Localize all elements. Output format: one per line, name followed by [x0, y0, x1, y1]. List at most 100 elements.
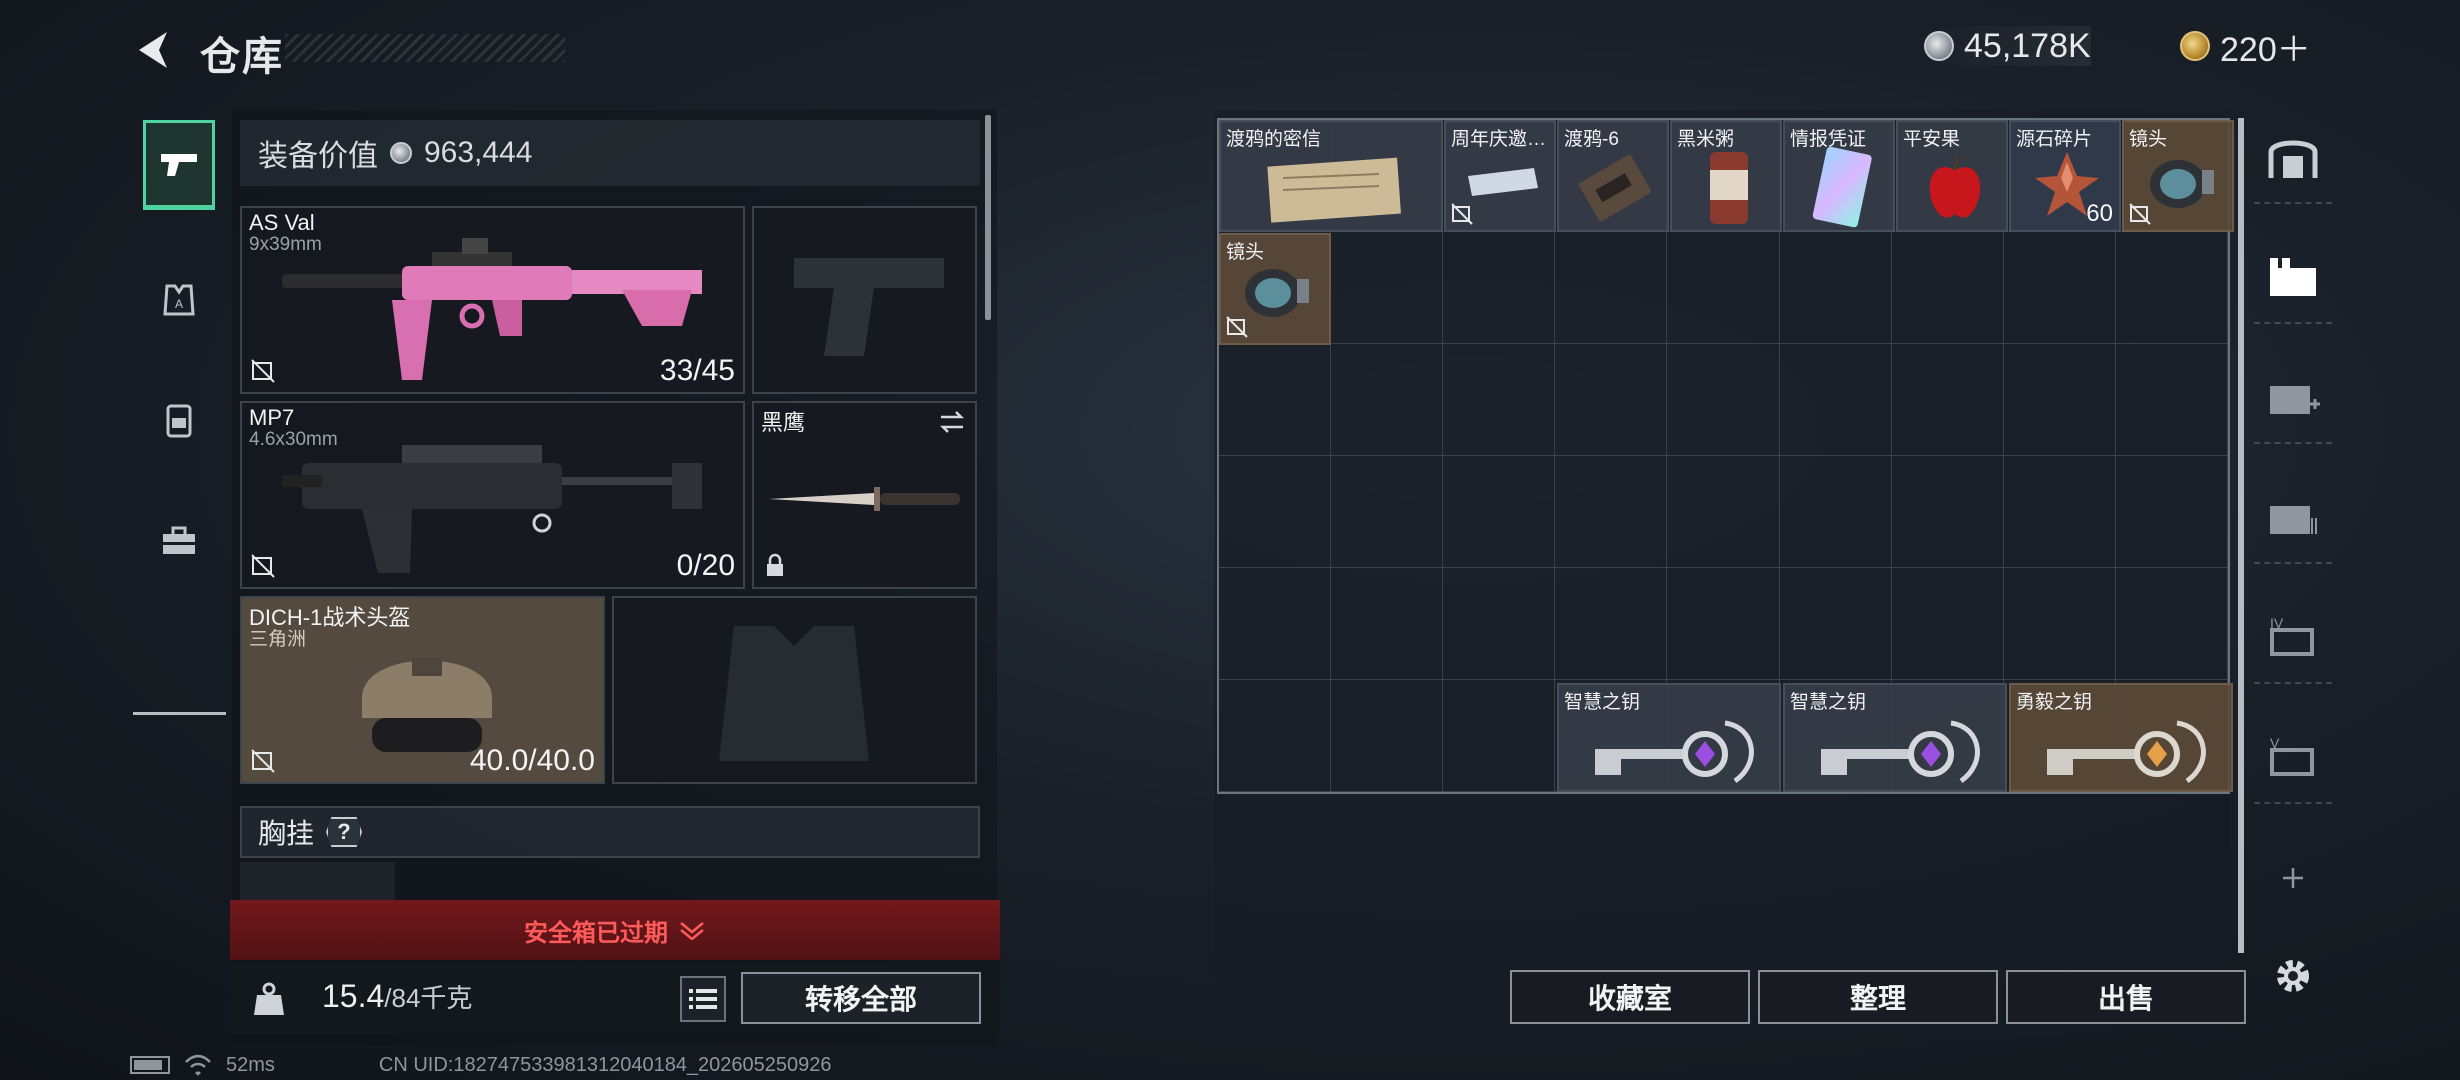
help-icon[interactable]: ?: [326, 817, 363, 847]
item-raven-letter[interactable]: 渡鸦的密信: [1219, 120, 1443, 232]
item-originium-shard[interactable]: 源石碎片 60: [2009, 120, 2121, 232]
item-lens[interactable]: 镜头: [2122, 120, 2234, 232]
collection-room-button[interactable]: 收藏室: [1510, 970, 1750, 1024]
grid-cell[interactable]: [1891, 568, 2004, 680]
item-lens[interactable]: 镜头: [1219, 233, 1331, 345]
grid-cell[interactable]: [1667, 232, 1780, 344]
item-wisdom-key[interactable]: 智慧之钥: [1783, 683, 2007, 792]
melee-slot[interactable]: 黑鹰: [752, 401, 977, 589]
safe-box-expired-banner[interactable]: 安全箱已过期: [230, 900, 1000, 960]
melee-name: 黑鹰: [761, 410, 806, 435]
grid-cell[interactable]: [1219, 344, 1332, 456]
grid-cell[interactable]: [1779, 344, 1892, 456]
case-v-icon: V: [2270, 735, 2314, 776]
sell-button[interactable]: 出售: [2006, 970, 2246, 1024]
settings-button[interactable]: [2254, 930, 2332, 1022]
grid-cell[interactable]: [1219, 568, 1332, 680]
sidearm-slot[interactable]: [752, 206, 977, 394]
token-icon: [2180, 31, 2210, 61]
grid-cell[interactable]: [1667, 568, 1780, 680]
item-peace-apple[interactable]: 平安果: [1896, 120, 2008, 232]
equipment-value-bar: 装备价值 963,444: [240, 120, 980, 186]
item-intel-voucher[interactable]: 情报凭证: [1783, 120, 1895, 232]
grid-cell[interactable]: [1331, 456, 1444, 568]
tab-armor[interactable]: A: [143, 255, 215, 345]
safe-box-status: 安全箱已过期: [524, 919, 668, 947]
chest-rig-slot[interactable]: [240, 862, 395, 902]
gear-icon: [2277, 960, 2309, 992]
grid-cell[interactable]: [2003, 232, 2116, 344]
grid-cell[interactable]: [1555, 568, 1668, 680]
grid-cell[interactable]: [2115, 456, 2228, 568]
grid-cell[interactable]: [1667, 456, 1780, 568]
filter-storage-case[interactable]: [2254, 472, 2332, 564]
back-button[interactable]: [130, 22, 180, 78]
grid-cell[interactable]: [1555, 456, 1668, 568]
item-raven-6[interactable]: 渡鸦-6: [1557, 120, 1669, 232]
grid-cell[interactable]: [1219, 680, 1332, 792]
grid-cell[interactable]: [1331, 680, 1444, 792]
grid-cell[interactable]: [1555, 232, 1668, 344]
filter-medkit-case[interactable]: [2254, 352, 2332, 444]
primary-weapon-ammo-count: 33/45: [659, 354, 735, 387]
primary-weapon-slot[interactable]: AS Val 9x39mm 33/45: [240, 206, 745, 394]
secondary-weapon-slot[interactable]: MP7 4.6x30mm 0/20: [240, 401, 745, 589]
no-insurance-icon: [251, 554, 275, 578]
grid-cell[interactable]: [1331, 344, 1444, 456]
add-filter-button[interactable]: [2254, 832, 2332, 924]
grid-cell[interactable]: [1891, 456, 2004, 568]
svg-text:IV: IV: [2270, 615, 2284, 631]
list-view-button[interactable]: [680, 976, 726, 1022]
grid-cell[interactable]: [2003, 344, 2116, 456]
item-courage-key[interactable]: 勇毅之钥: [2009, 683, 2233, 792]
weight-max: /84千克: [384, 983, 473, 1013]
body-armor-slot[interactable]: [612, 596, 977, 784]
grid-cell[interactable]: [2003, 456, 2116, 568]
filter-case-v[interactable]: V: [2254, 712, 2332, 804]
filter-storage-home[interactable]: [2254, 112, 2332, 204]
grid-cell[interactable]: [1331, 232, 1444, 344]
filter-case-iv[interactable]: IV: [2254, 592, 2332, 684]
grid-cell[interactable]: [2115, 344, 2228, 456]
grid-cell[interactable]: [1331, 568, 1444, 680]
grid-cell[interactable]: [1891, 344, 2004, 456]
no-insurance-icon: [1226, 316, 1248, 338]
grid-cell[interactable]: [1443, 568, 1556, 680]
grid-cell[interactable]: [1443, 232, 1556, 344]
coin-balance[interactable]: 45,178K: [1920, 26, 2091, 66]
organize-button[interactable]: 整理: [1758, 970, 1998, 1024]
tab-toolbox[interactable]: [143, 495, 215, 585]
backpack-icon: [166, 404, 192, 438]
grid-cell[interactable]: [1779, 568, 1892, 680]
token-balance[interactable]: 220＋: [2180, 26, 2311, 69]
item-anniversary-invite[interactable]: 周年庆邀…: [1444, 120, 1556, 232]
item-name: 渡鸦的密信: [1226, 129, 1322, 150]
item-wisdom-key[interactable]: 智慧之钥: [1557, 683, 1781, 792]
helmet-slot[interactable]: DICH-1战术头盔 三角洲 40.0/40.0: [240, 596, 605, 784]
grid-cell[interactable]: [1555, 344, 1668, 456]
swap-icon[interactable]: [937, 409, 967, 435]
svg-text:V: V: [2270, 735, 2280, 751]
grid-cell[interactable]: [1779, 232, 1892, 344]
filter-weapon-case[interactable]: [2254, 232, 2332, 324]
grid-cell[interactable]: [1891, 232, 2004, 344]
equipment-scrollbar[interactable]: [985, 115, 991, 320]
helmet-durability: 40.0/40.0: [469, 744, 595, 777]
storage-case-icon: [2270, 506, 2317, 534]
grid-cell[interactable]: [1443, 680, 1556, 792]
grid-cell[interactable]: [2115, 232, 2228, 344]
storage-scrollbar[interactable]: [2238, 118, 2244, 953]
grid-cell[interactable]: [1219, 456, 1332, 568]
no-insurance-icon: [251, 359, 275, 383]
transfer-all-button[interactable]: 转移全部: [741, 972, 981, 1024]
grid-cell[interactable]: [2115, 568, 2228, 680]
grid-cell[interactable]: [1443, 456, 1556, 568]
tab-backpack[interactable]: [143, 375, 215, 465]
grid-cell[interactable]: [2003, 568, 2116, 680]
item-black-rice-porridge[interactable]: 黑米粥: [1670, 120, 1782, 232]
grid-cell[interactable]: [1667, 344, 1780, 456]
chest-rig-header: 胸挂 ?: [240, 806, 980, 858]
grid-cell[interactable]: [1779, 456, 1892, 568]
tab-weapons[interactable]: [143, 120, 215, 210]
grid-cell[interactable]: [1443, 344, 1556, 456]
